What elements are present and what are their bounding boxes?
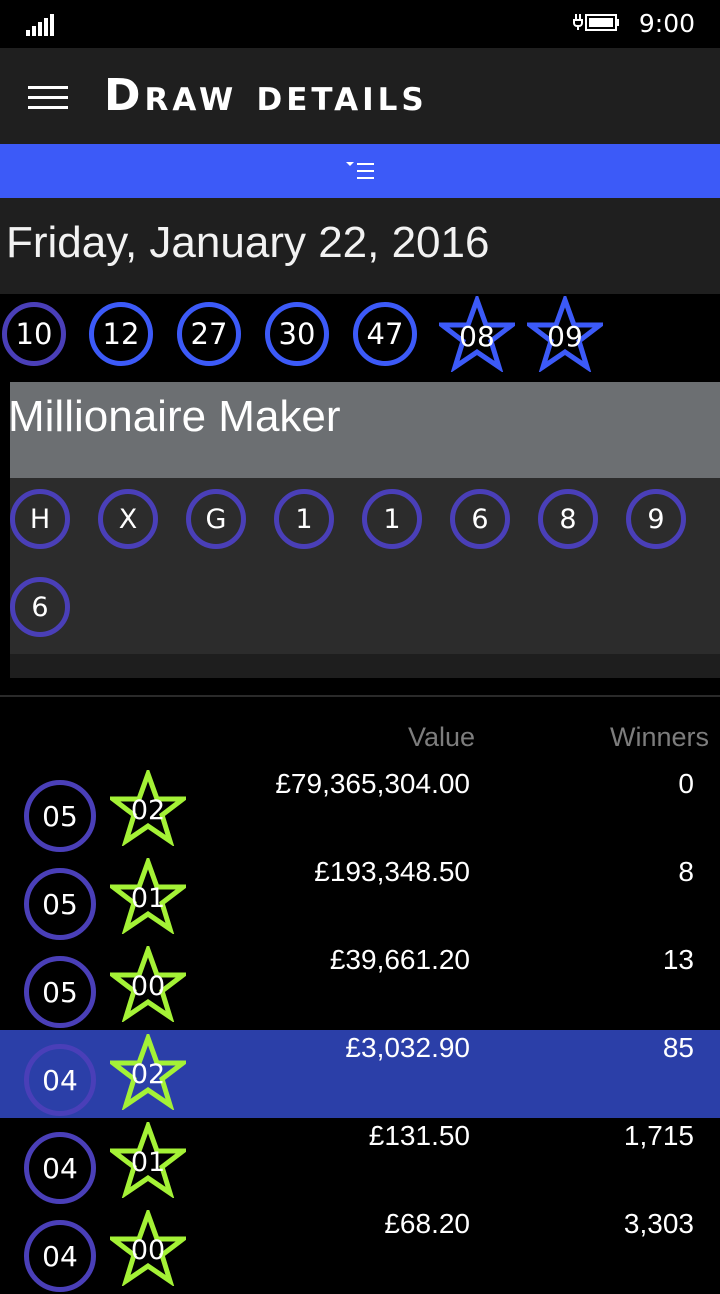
lucky-star: 09 bbox=[527, 296, 603, 372]
draw-date: Friday, January 22, 2016 bbox=[6, 218, 490, 267]
matched-balls: 04 bbox=[24, 1220, 96, 1292]
prize-row[interactable]: 05 02 £79,365,304.00 0 bbox=[0, 766, 720, 854]
main-ball: 30 bbox=[265, 302, 329, 366]
matched-balls: 05 bbox=[24, 956, 96, 1028]
filter-list-icon[interactable] bbox=[346, 161, 376, 181]
prize-winners: 1,715 bbox=[623, 1120, 694, 1151]
matched-stars: 01 bbox=[110, 1122, 186, 1198]
main-ball: 10 bbox=[2, 302, 66, 366]
prize-row-selected[interactable]: 04 02 £3,032.90 85 bbox=[0, 1030, 720, 1118]
prize-row[interactable]: 05 01 £193,348.50 8 bbox=[0, 854, 720, 942]
code-character: X bbox=[98, 489, 158, 549]
prize-value: £39,661.20 bbox=[329, 944, 470, 975]
code-character: G bbox=[186, 489, 246, 549]
prize-winners: 13 bbox=[662, 944, 694, 975]
prize-winners: 0 bbox=[678, 768, 694, 799]
prize-value: £68.20 bbox=[384, 1208, 470, 1239]
matched-stars-number: 02 bbox=[130, 794, 166, 826]
prize-value: £131.50 bbox=[368, 1120, 470, 1151]
prize-row[interactable]: 04 00 £68.20 3,303 bbox=[0, 1206, 720, 1294]
code-character: 1 bbox=[362, 489, 422, 549]
prize-row[interactable]: 04 01 £131.50 1,715 bbox=[0, 1118, 720, 1206]
millionaire-maker-footer bbox=[10, 654, 720, 678]
value-column-header: Value bbox=[407, 722, 475, 752]
matched-stars-number: 00 bbox=[130, 970, 166, 1002]
battery-charging-icon bbox=[573, 14, 619, 31]
code-character: 6 bbox=[450, 489, 510, 549]
prize-row[interactable]: 05 00 £39,661.20 13 bbox=[0, 942, 720, 1030]
page-title: Draw details bbox=[104, 70, 428, 121]
code-character: 1 bbox=[274, 489, 334, 549]
code-character: H bbox=[10, 489, 70, 549]
matched-stars: 01 bbox=[110, 858, 186, 934]
main-ball: 47 bbox=[353, 302, 417, 366]
matched-stars: 02 bbox=[110, 1034, 186, 1110]
divider bbox=[0, 695, 720, 697]
status-bar: 9:00 bbox=[0, 0, 720, 48]
millionaire-maker-title: Millionaire Maker bbox=[8, 392, 341, 441]
matched-stars-number: 02 bbox=[130, 1058, 166, 1090]
matched-stars-number: 00 bbox=[130, 1234, 166, 1266]
lucky-star-number: 08 bbox=[459, 319, 495, 353]
prize-winners: 85 bbox=[662, 1032, 694, 1063]
matched-stars: 02 bbox=[110, 770, 186, 846]
prize-value: £3,032.90 bbox=[345, 1032, 470, 1063]
matched-balls: 04 bbox=[24, 1132, 96, 1204]
prize-value: £193,348.50 bbox=[314, 856, 470, 887]
clock: 9:00 bbox=[638, 9, 695, 38]
matched-balls: 05 bbox=[24, 780, 96, 852]
code-character: 6 bbox=[10, 577, 70, 637]
code-character: 8 bbox=[538, 489, 598, 549]
lucky-star-number: 09 bbox=[547, 319, 583, 353]
main-ball: 27 bbox=[177, 302, 241, 366]
prize-winners: 3,303 bbox=[623, 1208, 694, 1239]
code-character: 9 bbox=[626, 489, 686, 549]
matched-stars-number: 01 bbox=[130, 882, 166, 914]
main-ball: 12 bbox=[89, 302, 153, 366]
lucky-star: 08 bbox=[439, 296, 515, 372]
matched-stars: 00 bbox=[110, 1210, 186, 1286]
hamburger-menu-icon[interactable] bbox=[28, 86, 68, 110]
matched-balls: 05 bbox=[24, 868, 96, 940]
prize-winners: 8 bbox=[678, 856, 694, 887]
signal-icon bbox=[26, 14, 56, 36]
matched-stars: 00 bbox=[110, 946, 186, 1022]
matched-stars-number: 01 bbox=[130, 1146, 166, 1178]
matched-balls: 04 bbox=[24, 1044, 96, 1116]
prize-value: £79,365,304.00 bbox=[275, 768, 470, 799]
winners-column-header: Winners bbox=[609, 722, 709, 752]
